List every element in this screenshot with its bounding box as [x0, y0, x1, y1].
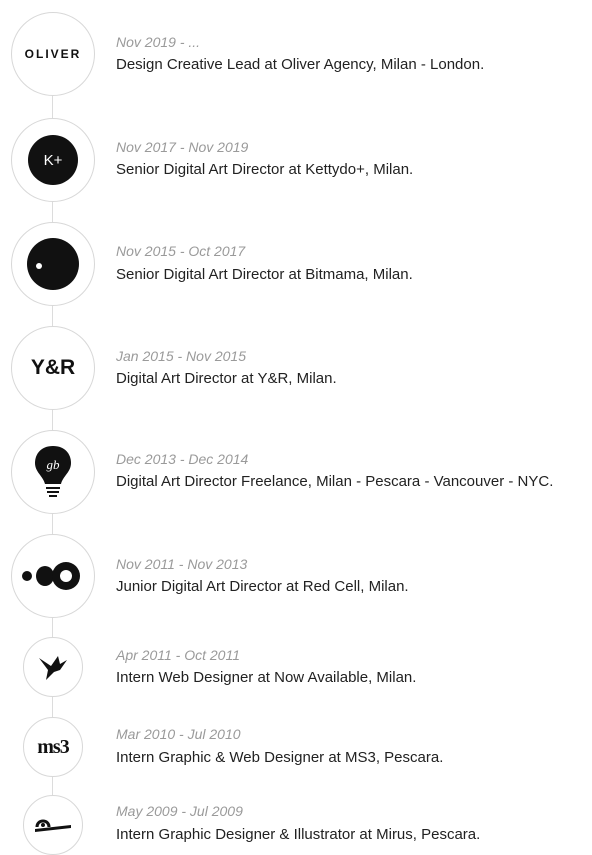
oliver-logo-icon: OLIVER: [24, 47, 82, 61]
entry-role: Digital Art Director Freelance, Milan - …: [116, 473, 554, 490]
entry-date: Jan 2015 - Nov 2015: [116, 348, 246, 364]
entry-date: Nov 2015 - Oct 2017: [116, 243, 246, 259]
entry-date: Dec 2013 - Dec 2014: [116, 451, 249, 467]
entry-date: May 2009 - Jul 2009: [116, 803, 243, 819]
kettydo-logo-icon: K+: [28, 135, 78, 185]
entry-role: Intern Graphic Designer & Illustrator at…: [116, 826, 481, 843]
kettydo-logo-badge: K+: [11, 118, 95, 202]
entry-role: Digital Art Director at Y&R, Milan.: [116, 370, 337, 387]
bitmama-logo-icon: [27, 238, 79, 290]
mirus-logo-icon: [35, 819, 71, 832]
kettydo-logo-text: K+: [43, 151, 63, 169]
now-available-logo-badge: [23, 637, 83, 697]
ms3-logo-icon: ms3: [37, 735, 69, 758]
entry-role: Intern Web Designer at Now Available, Mi…: [116, 669, 417, 686]
yr-logo-badge: Y&R: [11, 326, 95, 410]
entry-role: Intern Graphic & Web Designer at MS3, Pe…: [116, 749, 444, 766]
entry-role: Design Creative Lead at Oliver Agency, M…: [116, 56, 485, 73]
ms3-logo-badge: ms3: [23, 717, 83, 777]
yr-logo-icon: Y&R: [30, 356, 76, 379]
redcell-logo-badge: [11, 534, 95, 618]
entry-date: Nov 2019 - ...: [116, 34, 201, 50]
entry-role: Junior Digital Art Director at Red Cell,…: [116, 578, 409, 595]
bitmama-logo-badge: [11, 222, 95, 306]
oliver-logo-badge: OLIVER: [11, 12, 95, 96]
entry-role: Senior Digital Art Director at Bitmama, …: [116, 266, 413, 283]
svg-text:gb: gb: [47, 457, 61, 472]
entry-date: Apr 2011 - Oct 2011: [116, 647, 240, 663]
bird-icon: [39, 656, 67, 680]
entry-date: Nov 2017 - Nov 2019: [116, 139, 249, 155]
mirus-logo-badge: [23, 795, 83, 855]
lightbulb-icon: gb: [35, 446, 71, 497]
entry-date: Nov 2011 - Nov 2013: [116, 556, 248, 572]
lightbulb-logo-badge: gb: [11, 430, 95, 514]
entry-date: Mar 2010 - Jul 2010: [116, 726, 241, 742]
redcell-logo-icon: [22, 562, 80, 590]
experience-timeline: OLIVER Nov 2019 - ... Design Creative Le…: [0, 0, 592, 855]
entry-role: Senior Digital Art Director at Kettydo+,…: [116, 161, 414, 178]
